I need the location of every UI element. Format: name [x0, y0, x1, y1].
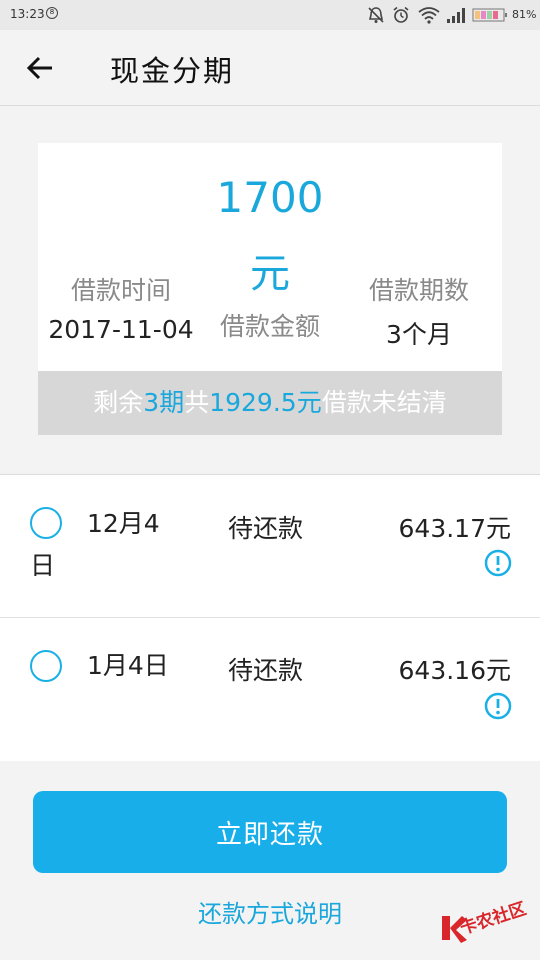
watermark-logo: 卡农社区	[436, 899, 536, 946]
banner-total: 1929.5元	[209, 388, 322, 417]
loan-term-value: 3个月	[386, 320, 452, 349]
arrow-left-icon[interactable]	[24, 52, 56, 84]
pay-now-button[interactable]: 立即还款	[33, 791, 507, 873]
alarm-icon	[393, 6, 409, 23]
battery-percent: 81%	[512, 8, 537, 21]
loan-date-value: 2017-11-04	[48, 315, 194, 344]
installment-amount: 643.17元	[398, 514, 511, 543]
app-header: 现金分期	[0, 30, 540, 106]
select-radio[interactable]	[30, 650, 62, 682]
installment-date: 12月4	[87, 509, 160, 538]
installment-date-wrap: 日	[30, 551, 56, 580]
loan-amount-value: 1700	[216, 173, 324, 222]
page-title: 现金分期	[110, 54, 235, 88]
loan-summary-card: 1700 元 借款时间 2017-11-04 借款金额 借款期数 3个月	[38, 143, 502, 371]
installment-date: 1月4日	[87, 651, 169, 680]
banner-periods: 3期	[143, 388, 185, 417]
wifi-icon	[418, 7, 440, 24]
status-time: 13:23	[10, 7, 45, 21]
mute-bell-icon	[368, 7, 384, 23]
info-alert-icon[interactable]	[484, 549, 512, 577]
installment-status: 待还款	[228, 514, 304, 543]
status-bar: 13:23 8 81%	[0, 0, 540, 30]
banner-mid: 共	[184, 388, 210, 417]
notification-icon: 8	[46, 7, 58, 19]
installment-row[interactable]: 12月4 日 待还款 643.17元	[0, 475, 540, 618]
info-alert-icon[interactable]	[484, 692, 512, 720]
select-radio[interactable]	[30, 507, 62, 539]
installment-list: 12月4 日 待还款 643.17元 1月4日 待还款 643.16元	[0, 474, 540, 761]
loan-term-label: 借款期数	[368, 276, 469, 305]
installment-status: 待还款	[228, 656, 304, 685]
banner-suffix: 借款未结清	[321, 388, 447, 417]
loan-amount-label: 借款金额	[219, 312, 320, 341]
signal-icon	[447, 8, 465, 23]
outstanding-banner: 剩余3期共1929.5元借款未结清	[38, 371, 502, 435]
installment-amount: 643.16元	[398, 656, 511, 685]
loan-date-label: 借款时间	[70, 276, 171, 305]
battery-icon	[472, 8, 507, 22]
banner-prefix: 剩余	[93, 388, 144, 417]
installment-row[interactable]: 1月4日 待还款 643.16元	[0, 617, 540, 759]
